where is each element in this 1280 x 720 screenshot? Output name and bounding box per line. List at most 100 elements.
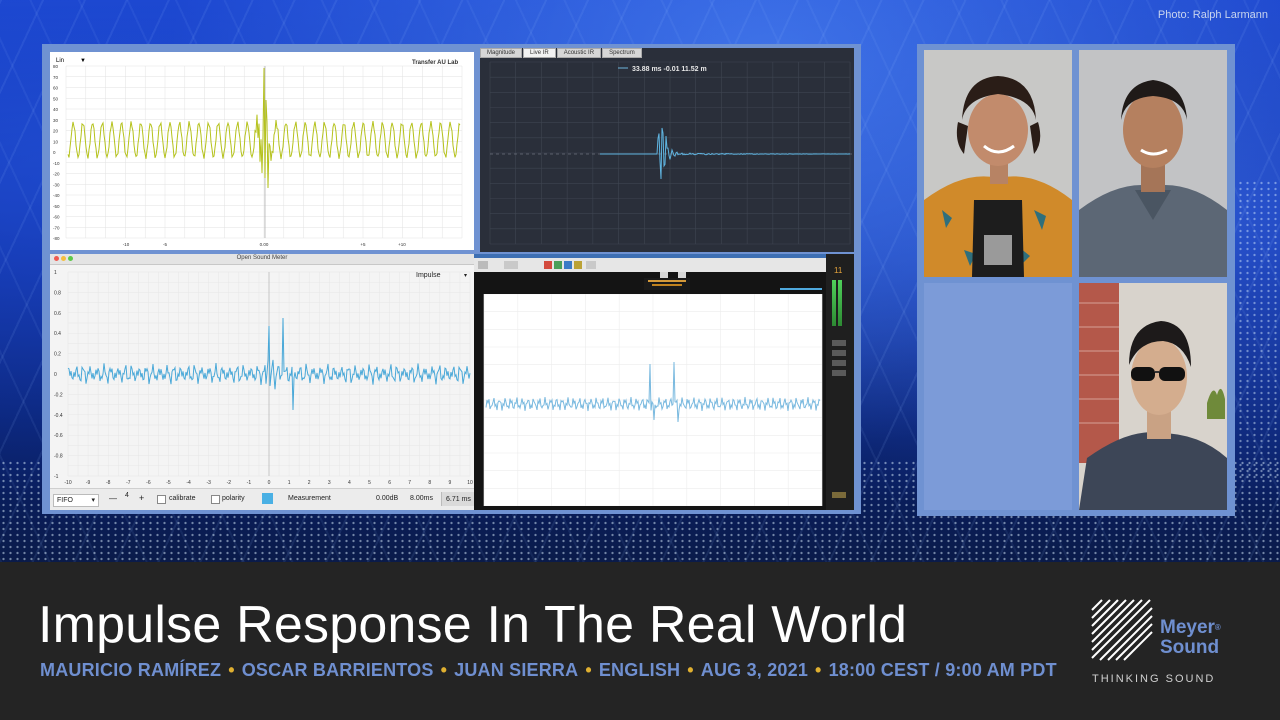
y-tick-label: -40 — [53, 193, 60, 198]
lower-third: Impulse Response In The Real World MAURI… — [0, 562, 1280, 720]
presenter-video-3 — [1079, 283, 1227, 510]
y-tick-label: -50 — [53, 204, 60, 209]
x-tick-label: -1 — [247, 480, 252, 486]
decrement-button[interactable]: — — [109, 494, 117, 503]
x-tick-label: -10 — [64, 480, 71, 486]
y-tick-label: 0.6 — [54, 311, 61, 317]
polarity-label: polarity — [222, 495, 245, 502]
x-tick-label: +10 — [398, 242, 406, 247]
x-tick-label: 2 — [308, 480, 311, 486]
separator-dot: • — [687, 660, 694, 680]
live-ir-window: Magnitude Live IR Acoustic IR Spectrum 3… — [480, 48, 854, 252]
presenter-name: JUAN SIERRA — [454, 660, 578, 680]
event-language: ENGLISH — [599, 660, 680, 680]
separator-dot: • — [441, 660, 448, 680]
y-tick-label: -10 — [53, 161, 60, 166]
toolbar-icon[interactable] — [586, 261, 596, 269]
toolbar-icon[interactable] — [478, 261, 488, 269]
separator-dot: • — [585, 660, 592, 680]
separator-dot: • — [815, 660, 822, 680]
logo-tagline: THINKING SOUND — [1092, 673, 1215, 685]
crowd-lights-right — [1230, 180, 1280, 480]
level-meter-column: 11 — [826, 254, 854, 510]
x-tick-label: -8 — [106, 480, 111, 486]
x-tick-label: -9 — [86, 480, 91, 486]
x-tick-label: 8 — [428, 480, 431, 486]
y-tick-label: 80 — [53, 64, 59, 69]
toolbar-icon[interactable] — [574, 261, 582, 269]
y-tick-label: 1 — [54, 270, 57, 276]
toolbar-icon[interactable] — [504, 261, 518, 269]
toolbar-icon[interactable] — [544, 261, 552, 269]
side-button[interactable] — [832, 370, 846, 376]
y-tick-label: -20 — [53, 172, 60, 177]
presenter-video-1 — [924, 50, 1072, 277]
average-count: 4 — [125, 492, 129, 499]
separator-dot: • — [228, 660, 235, 680]
y-tick-label: 10 — [53, 139, 59, 144]
meter-toolbar: FIFO ▾ — 4 + calibrate polarity Measurem… — [50, 488, 474, 510]
calibrate-label: calibrate — [169, 495, 195, 502]
presenter-name: OSCAR BARRIENTOS — [242, 660, 434, 680]
x-tick-label: 7 — [408, 480, 411, 486]
side-button[interactable] — [832, 360, 846, 366]
level-readout: 11 — [834, 266, 842, 275]
x-tick-label: 9 — [449, 480, 452, 486]
measurement-label[interactable]: Measurement — [288, 495, 331, 502]
y-tick-label: 0.8 — [54, 290, 61, 296]
x-tick-label: 0.00 — [260, 242, 269, 247]
x-tick-label: -5 — [163, 242, 167, 247]
x-tick-label: 1 — [288, 480, 291, 486]
ir-readout: 33.88 ms -0.01 11.52 m — [632, 66, 707, 73]
mode-select[interactable]: Impulse — [416, 272, 441, 279]
delay-field[interactable]: 8.00ms — [410, 495, 433, 502]
screen-share-panel: Lin ▼ Transfer AU Lab 80 70 60 50 40 30 20 10 0-… — [42, 44, 861, 514]
event-title: Impulse Response In The Real World — [38, 595, 907, 655]
presenter-name: MAURICIO RAMÍREZ — [40, 660, 221, 680]
calibrate-checkbox[interactable] — [157, 495, 166, 504]
x-tick-label: +5 — [360, 242, 366, 247]
level-meter-bar — [838, 280, 842, 326]
y-tick-label: -0.4 — [54, 413, 63, 419]
increment-button[interactable]: + — [139, 493, 144, 503]
meyer-sound-logo-mark — [1090, 598, 1154, 662]
event-time: 18:00 CEST / 9:00 AM PDT — [829, 660, 1057, 680]
time-value: 6.71 ms — [446, 496, 471, 503]
side-button[interactable] — [832, 350, 846, 356]
fifo-label: FIFO — [57, 497, 73, 504]
side-button[interactable] — [832, 340, 846, 346]
time-readout: 6.71 ms — [441, 492, 474, 506]
y-tick-label: -70 — [53, 225, 60, 230]
toolbar-icon[interactable] — [554, 261, 562, 269]
x-tick-label: 6 — [388, 480, 391, 486]
y-tick-label: 70 — [53, 75, 59, 80]
presenter-panel — [917, 44, 1235, 516]
toolbar-icon[interactable] — [564, 261, 572, 269]
gain-field[interactable]: 0.00dB — [376, 495, 398, 502]
level-meter-bar — [832, 280, 836, 326]
y-tick-label: -0.8 — [54, 454, 63, 460]
y-tick-label: -80 — [53, 236, 60, 241]
x-tick-label: -3 — [206, 480, 211, 486]
y-tick-label: 0 — [54, 372, 57, 378]
polarity-checkbox[interactable] — [211, 495, 220, 504]
x-tick-label: 10 — [467, 480, 473, 486]
fifo-select[interactable]: FIFO ▾ — [53, 494, 99, 507]
side-button[interactable] — [832, 492, 846, 498]
x-tick-label: -2 — [227, 480, 232, 486]
measurement-color-swatch[interactable] — [262, 493, 273, 504]
y-tick-label: 0.2 — [54, 352, 61, 358]
meyer-sound-logo: Meyer® Sound THINKING SOUND — [1090, 598, 1250, 688]
x-tick-label: 3 — [328, 480, 331, 486]
presenter-2-portrait — [1079, 50, 1227, 277]
chevron-down-icon[interactable]: ▼ — [80, 58, 86, 64]
chevron-down-icon: ▾ — [91, 496, 95, 504]
y-tick-label: 20 — [53, 129, 59, 134]
y-tick-label: 30 — [53, 118, 59, 123]
event-date: AUG 3, 2021 — [701, 660, 808, 680]
y-tick-label: 40 — [53, 107, 59, 112]
y-tick-label: -1 — [54, 474, 59, 480]
transfer-au-lab-plot: Lin ▼ Transfer AU Lab 80706050403020100-… — [50, 52, 474, 250]
chevron-down-icon[interactable]: ▾ — [464, 273, 467, 279]
x-tick-label: -6 — [146, 480, 151, 486]
